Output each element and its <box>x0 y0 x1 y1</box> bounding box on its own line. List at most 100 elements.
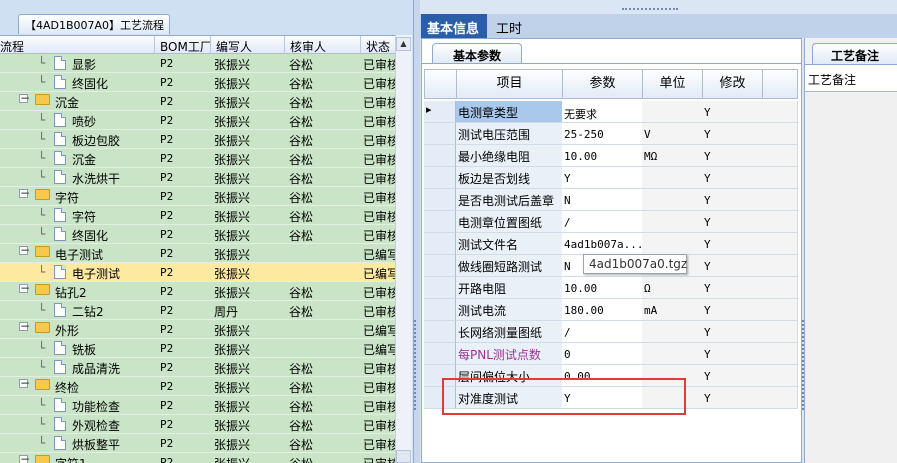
expand-toggle-icon[interactable]: − <box>19 92 30 104</box>
expand-toggle-icon[interactable]: − <box>19 282 30 294</box>
column-header-writer[interactable]: 编写人 <box>216 38 252 55</box>
column-header-unit[interactable]: 单位 <box>642 69 703 99</box>
tab-basic-info[interactable]: 基本信息 <box>421 14 487 38</box>
tree-vertical-scrollbar[interactable] <box>395 35 412 463</box>
status-cell: 已审核 <box>363 134 395 148</box>
tree-node-label: 铣板 <box>72 343 97 357</box>
drag-grip[interactable] <box>622 8 678 13</box>
tree-branch-line: └ <box>38 170 46 184</box>
param-edit-cell: Y <box>702 167 763 189</box>
expand-toggle-icon[interactable]: − <box>19 377 30 389</box>
param-item-cell: 电测章类型 <box>456 101 563 123</box>
column-header-bom[interactable]: BOM工厂 <box>160 38 212 55</box>
param-unit-cell: MΩ <box>642 145 703 167</box>
reviewer-cell: 谷松 <box>289 400 314 414</box>
row-selector[interactable] <box>424 233 456 255</box>
row-selector[interactable] <box>424 211 456 233</box>
row-selector[interactable] <box>424 167 456 189</box>
row-selector[interactable] <box>424 299 456 321</box>
row-selector[interactable] <box>424 123 456 145</box>
tree-row[interactable]: └ 水洗烘干 P2 张振兴 谷松 已审核 <box>0 168 395 187</box>
param-unit-cell <box>642 167 703 189</box>
process-flow-tab[interactable]: 【4AD1B007A0】工艺流程 <box>18 14 170 34</box>
tree-row[interactable]: └ 喷砂 P2 张振兴 谷松 已审核 <box>0 111 395 130</box>
tree-row[interactable]: └ 字符 P2 张振兴 谷松 已审核 <box>0 206 395 225</box>
expand-toggle-icon[interactable]: − <box>19 320 30 332</box>
param-edit-cell: Y <box>702 343 763 365</box>
tree-row[interactable]: − 钻孔2 P2 张振兴 谷松 已审核 <box>0 282 395 301</box>
tab-process-notes[interactable]: 工艺备注 <box>812 43 897 64</box>
row-selector[interactable] <box>424 321 456 343</box>
param-item-cell: 板边是否划线 <box>456 167 563 189</box>
tree-row[interactable]: − 沉金 P2 张振兴 谷松 已审核 <box>0 92 395 111</box>
row-selector[interactable] <box>424 343 456 365</box>
column-header-item[interactable]: 项目 <box>456 69 563 99</box>
tree-row[interactable]: └ 外观检查 P2 张振兴 谷松 已审核 <box>0 415 395 434</box>
tree-row[interactable]: − 字符 P2 张振兴 谷松 已审核 <box>0 187 395 206</box>
param-item-cell: 长网络测量图纸 <box>456 321 563 343</box>
param-value-cell[interactable]: 无要求 <box>562 101 643 123</box>
tree-row[interactable]: └ 铣板 P2 张振兴 已编写 <box>0 339 395 358</box>
document-icon <box>54 208 66 222</box>
tab-basic-params[interactable]: 基本参数 <box>432 43 522 64</box>
column-header-reviewer[interactable]: 核审人 <box>290 38 326 55</box>
tab-work-hours[interactable]: 工时 <box>490 14 530 38</box>
param-item-cell: 电测章位置图纸 <box>456 211 563 233</box>
param-value-cell[interactable]: 4ad1b007a... <box>562 233 643 255</box>
param-edit-cell: Y <box>702 189 763 211</box>
bom-factory-cell: P2 <box>160 228 174 241</box>
status-cell: 已审核 <box>363 381 395 395</box>
param-value-cell[interactable]: 180.00 <box>562 299 643 321</box>
expand-toggle-icon[interactable]: − <box>19 453 30 463</box>
param-edit-cell: Y <box>702 233 763 255</box>
reviewer-cell: 谷松 <box>289 134 314 148</box>
scroll-up-icon[interactable]: ▲ <box>396 37 411 51</box>
param-value-cell[interactable]: 25-250 <box>562 123 643 145</box>
tree-row[interactable]: └ 烘板整平 P2 张振兴 谷松 已审核 <box>0 434 395 453</box>
document-icon <box>54 151 66 165</box>
column-header-param[interactable]: 参数 <box>562 69 643 99</box>
writer-cell: 周丹 <box>214 305 239 319</box>
tree-row[interactable]: └ 终固化 P2 张振兴 谷松 已审核 <box>0 73 395 92</box>
column-header-flow[interactable]: 流程 <box>0 38 24 55</box>
tree-row[interactable]: └ 功能检查 P2 张振兴 谷松 已审核 <box>0 396 395 415</box>
param-value-cell[interactable]: N <box>562 189 643 211</box>
param-unit-cell <box>642 233 703 255</box>
tree-row[interactable]: └ 终固化 P2 张振兴 谷松 已审核 <box>0 225 395 244</box>
param-value-cell[interactable]: 10.00 <box>562 145 643 167</box>
tree-row[interactable]: └ 板边包胶 P2 张振兴 谷松 已审核 <box>0 130 395 149</box>
row-selector[interactable] <box>424 277 456 299</box>
tree-row[interactable]: − 外形 P2 张振兴 已编写 <box>0 320 395 339</box>
bom-factory-cell: P2 <box>160 361 174 374</box>
column-header-edit[interactable]: 修改 <box>702 69 763 99</box>
tree-row[interactable]: − 电子测试 P2 张振兴 已编写 <box>0 244 395 263</box>
param-blank-cell <box>762 255 798 277</box>
row-selector[interactable] <box>424 255 456 277</box>
scrollbar-thumb[interactable] <box>396 450 411 463</box>
expand-toggle-icon[interactable]: − <box>19 244 30 256</box>
param-value-cell[interactable]: 0 <box>562 343 643 365</box>
tree-row[interactable]: └ 电子测试 P2 张振兴 已编写 <box>0 263 395 282</box>
splitter-grip[interactable] <box>414 320 420 410</box>
writer-cell: 张振兴 <box>214 153 251 167</box>
tree-row[interactable]: − 终检 P2 张振兴 谷松 已审核 <box>0 377 395 396</box>
row-pointer-icon[interactable] <box>424 101 456 123</box>
status-cell: 已审核 <box>363 58 395 72</box>
tree-row[interactable]: └ 二钻2 P2 周丹 谷松 已审核 <box>0 301 395 320</box>
tree-row[interactable]: └ 沉金 P2 张振兴 谷松 已审核 <box>0 149 395 168</box>
param-unit-cell <box>642 321 703 343</box>
tree-row[interactable]: └ 显影 P2 张振兴 谷松 已审核 <box>0 54 395 73</box>
param-value-cell[interactable]: Y <box>562 167 643 189</box>
param-value-cell[interactable]: 10.00 <box>562 277 643 299</box>
tree-row[interactable]: └ 成品清洗 P2 张振兴 谷松 已审核 <box>0 358 395 377</box>
bom-factory-cell: P2 <box>160 456 174 463</box>
row-selector[interactable] <box>424 189 456 211</box>
param-value-cell[interactable]: / <box>562 211 643 233</box>
tree-row[interactable]: − 字符1 P2 张振兴 谷松 已审核 <box>0 453 395 463</box>
param-value-cell[interactable]: / <box>562 321 643 343</box>
param-edit-cell: Y <box>702 277 763 299</box>
row-selector[interactable] <box>424 145 456 167</box>
column-header-status[interactable]: 状态 <box>366 38 390 55</box>
expand-toggle-icon[interactable]: − <box>19 187 30 199</box>
document-icon <box>54 113 66 127</box>
